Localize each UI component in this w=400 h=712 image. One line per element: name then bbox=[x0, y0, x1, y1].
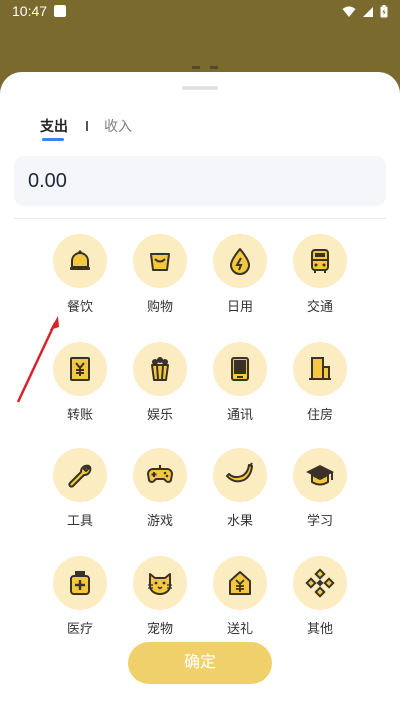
tab-expense[interactable]: 支出 bbox=[40, 116, 68, 141]
category-label: 送礼 bbox=[226, 621, 253, 636]
category-label: 工具 bbox=[66, 513, 93, 528]
category-label: 宠物 bbox=[146, 621, 173, 636]
category-label: 娱乐 bbox=[146, 407, 173, 422]
tab-expense-label: 支出 bbox=[40, 118, 68, 134]
category-icon-circle bbox=[133, 342, 187, 396]
category-label: 转账 bbox=[66, 407, 93, 422]
category-icon-circle bbox=[133, 448, 187, 502]
category-icon-circle bbox=[213, 448, 267, 502]
category-housing[interactable]: 住房 bbox=[280, 342, 360, 423]
category-other[interactable]: 其他 bbox=[280, 556, 360, 637]
category-daily[interactable]: 日用 bbox=[200, 234, 280, 315]
category-icon-circle bbox=[133, 234, 187, 288]
category-label: 通讯 bbox=[226, 407, 253, 422]
status-time: 10:47 bbox=[12, 3, 48, 19]
tab-separator bbox=[86, 121, 88, 131]
tab-active-indicator bbox=[42, 138, 64, 141]
category-label: 餐饮 bbox=[66, 299, 93, 314]
category-icon-circle bbox=[213, 556, 267, 610]
category-icon-circle bbox=[53, 342, 107, 396]
category-label: 日用 bbox=[226, 299, 253, 314]
sheet-drag-handle[interactable] bbox=[182, 86, 218, 90]
category-shopping[interactable]: 购物 bbox=[120, 234, 200, 315]
signal-icon bbox=[363, 6, 373, 17]
category-transport[interactable]: 交通 bbox=[280, 234, 360, 315]
type-tabs: 支出 收入 bbox=[40, 116, 132, 141]
phone-icon bbox=[231, 357, 249, 381]
category-tools[interactable]: 工具 bbox=[40, 448, 120, 529]
transfer-icon bbox=[70, 357, 90, 381]
amount-value: 0.00 bbox=[28, 170, 67, 192]
tab-income-label: 收入 bbox=[104, 118, 132, 134]
shopping-bag-icon bbox=[150, 253, 170, 271]
divider bbox=[14, 218, 386, 219]
category-label: 其他 bbox=[306, 621, 333, 636]
status-bar: 10:47 bbox=[0, 0, 400, 26]
category-icon-circle bbox=[213, 342, 267, 396]
cat-icon bbox=[148, 573, 172, 595]
category-label: 购物 bbox=[146, 299, 173, 314]
category-label: 住房 bbox=[306, 407, 333, 422]
amount-input[interactable]: 0.00 bbox=[14, 156, 386, 206]
graduation-cap-icon bbox=[306, 465, 334, 486]
category-icon-circle bbox=[53, 234, 107, 288]
category-study[interactable]: 学习 bbox=[280, 448, 360, 529]
category-label: 游戏 bbox=[146, 513, 173, 528]
category-icon-circle bbox=[213, 234, 267, 288]
category-icon-circle bbox=[293, 448, 347, 502]
tab-income[interactable]: 收入 bbox=[104, 116, 132, 136]
popcorn-icon bbox=[151, 357, 169, 381]
category-entertainment[interactable]: 娱乐 bbox=[120, 342, 200, 423]
category-medical[interactable]: 医疗 bbox=[40, 556, 120, 637]
category-dining[interactable]: 餐饮 bbox=[40, 234, 120, 315]
wifi-icon bbox=[342, 6, 356, 17]
category-icon-circle bbox=[293, 234, 347, 288]
category-label: 交通 bbox=[306, 299, 333, 314]
notification-icon bbox=[54, 5, 66, 17]
gift-house-icon bbox=[229, 571, 251, 595]
category-label: 水果 bbox=[226, 513, 253, 528]
other-icon bbox=[305, 568, 335, 598]
category-icon-circle bbox=[133, 556, 187, 610]
water-drop-icon bbox=[230, 248, 250, 275]
category-telecom[interactable]: 通讯 bbox=[200, 342, 280, 423]
category-fruit[interactable]: 水果 bbox=[200, 448, 280, 529]
category-icon-circle bbox=[53, 448, 107, 502]
bell-icon bbox=[70, 250, 90, 270]
category-icon-circle bbox=[293, 556, 347, 610]
category-icon-circle bbox=[53, 556, 107, 610]
category-label: 医疗 bbox=[66, 621, 93, 636]
category-transfer[interactable]: 转账 bbox=[40, 342, 120, 423]
bus-icon bbox=[311, 249, 329, 273]
banana-icon bbox=[226, 462, 253, 483]
status-right-icons bbox=[342, 5, 388, 18]
wrench-icon bbox=[68, 464, 92, 488]
medicine-icon bbox=[70, 571, 90, 595]
category-bottom-sheet: 支出 收入 0.00 餐饮 购物 日用 交通 转账 娱乐 通讯 住房 工具 游戏… bbox=[0, 72, 400, 712]
building-icon bbox=[309, 357, 331, 380]
category-pets[interactable]: 宠物 bbox=[120, 556, 200, 637]
battery-icon bbox=[380, 5, 388, 18]
category-gifts[interactable]: 送礼 bbox=[200, 556, 280, 637]
category-games[interactable]: 游戏 bbox=[120, 448, 200, 529]
gamepad-icon bbox=[147, 465, 173, 483]
confirm-button[interactable]: 确定 bbox=[128, 642, 272, 684]
category-icon-circle bbox=[293, 342, 347, 396]
category-label: 学习 bbox=[306, 513, 333, 528]
